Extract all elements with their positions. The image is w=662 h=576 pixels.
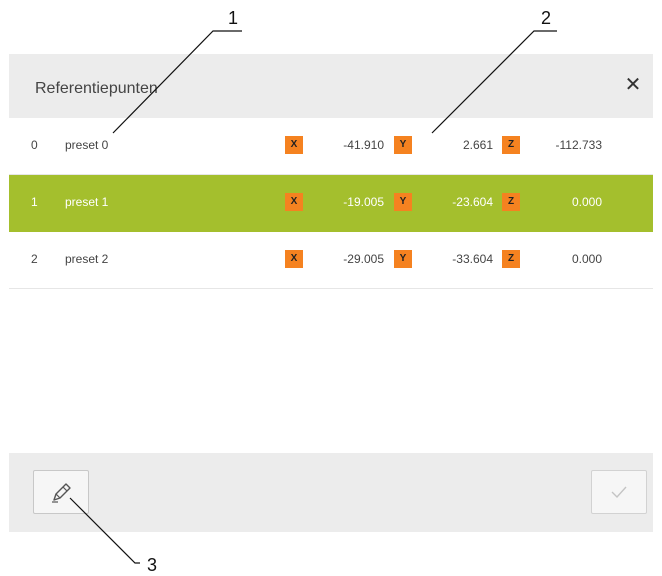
y-value: 2.661 (462, 138, 493, 152)
callout-3: 3 (147, 555, 158, 575)
z-value: -112.733 (555, 138, 602, 152)
callout-1: 1 (228, 8, 239, 28)
y-axis-badge: Y (394, 193, 412, 211)
preset-index: 1 (31, 195, 38, 209)
x-axis-badge: X (285, 193, 303, 211)
dialog-header: Referentiepunten ✕ (9, 54, 653, 118)
edit-button[interactable] (33, 470, 89, 514)
pencil-icon (52, 483, 71, 503)
z-value: 0.000 (571, 195, 602, 209)
y-value: -23.604 (452, 195, 493, 209)
callout-2: 2 (541, 8, 552, 28)
preset-name: preset 2 (65, 252, 109, 266)
reference-points-dialog: Referentiepunten ✕ 0 preset 0 X -41.910 … (9, 54, 653, 532)
x-axis-badge: X (285, 250, 303, 268)
y-axis-badge: Y (394, 250, 412, 268)
z-value: 0.000 (571, 252, 602, 266)
preset-name: preset 0 (65, 138, 109, 152)
y-value: -33.604 (452, 252, 493, 266)
confirm-button[interactable] (591, 470, 647, 514)
dialog-title: Referentiepunten (35, 80, 158, 97)
x-value: -29.005 (343, 252, 384, 266)
close-icon[interactable]: ✕ (621, 72, 645, 96)
z-axis-badge: Z (502, 193, 520, 211)
x-axis-badge: X (285, 136, 303, 154)
preset-row-0[interactable]: 0 preset 0 X -41.910 Y 2.661 Z -112.733 (9, 118, 653, 175)
preset-row-2[interactable]: 2 preset 2 X -29.005 Y -33.604 Z 0.000 (9, 232, 653, 289)
dialog-footer (9, 453, 653, 532)
preset-index: 0 (31, 138, 38, 152)
z-axis-badge: Z (502, 250, 520, 268)
x-value: -41.910 (343, 138, 384, 152)
x-value: -19.005 (343, 195, 384, 209)
preset-row-1[interactable]: 1 preset 1 X -19.005 Y -23.604 Z 0.000 (9, 175, 653, 232)
preset-list: 0 preset 0 X -41.910 Y 2.661 Z -112.733 … (9, 118, 653, 289)
z-axis-badge: Z (502, 136, 520, 154)
preset-name: preset 1 (65, 195, 109, 209)
preset-index: 2 (31, 252, 38, 266)
checkmark-icon (611, 486, 627, 499)
y-axis-badge: Y (394, 136, 412, 154)
